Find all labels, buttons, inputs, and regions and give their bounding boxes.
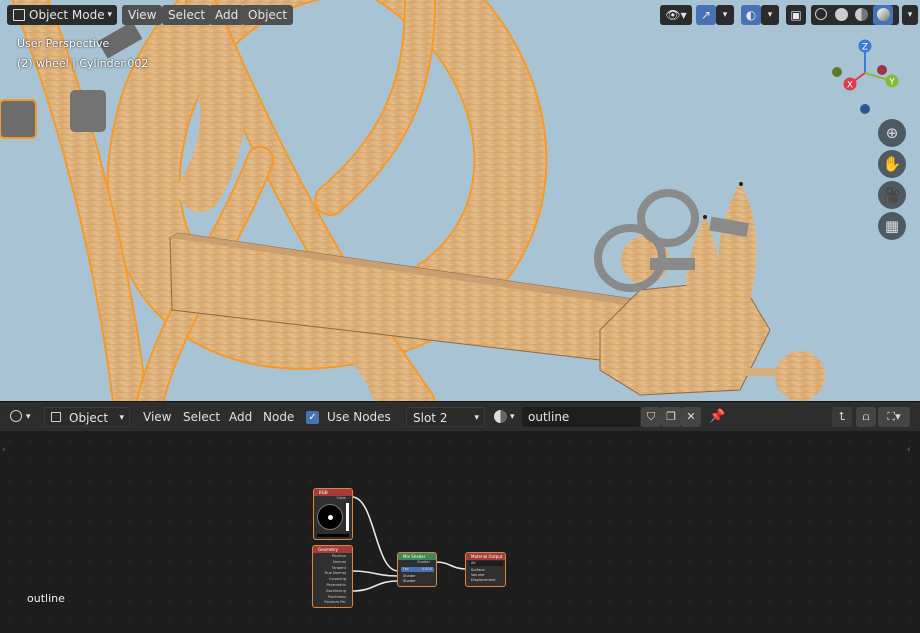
- editor-type-dropdown[interactable]: ▾: [6, 407, 38, 427]
- solid-shading-icon[interactable]: [835, 8, 848, 21]
- node-menu-view[interactable]: View: [143, 407, 171, 427]
- unlink-close-icon[interactable]: ✕: [681, 407, 701, 427]
- chevron-down-icon[interactable]: ▾: [902, 5, 918, 25]
- chevron-down-icon[interactable]: ▾: [716, 5, 734, 25]
- snap-magnet-icon[interactable]: ⩍: [856, 407, 876, 427]
- chevron-down-icon[interactable]: ▾: [761, 5, 779, 25]
- material-sphere-icon: [494, 410, 507, 423]
- pan-hand-icon[interactable]: ✋: [878, 150, 906, 178]
- neg-y-axis-icon[interactable]: [877, 65, 887, 75]
- geometry-node[interactable]: Geometry Position Normal Tangent True Norma…: [312, 545, 353, 608]
- viewport-menu-view[interactable]: View: [122, 5, 163, 25]
- chevron-down-icon: ▾: [510, 412, 515, 422]
- slot-label: Slot 2: [413, 411, 448, 425]
- color-swatch[interactable]: [317, 534, 349, 537]
- fac-value: 0.000: [421, 567, 432, 571]
- geometry-outputs: Position Normal Tangent True Normal Incoming…: [313, 553, 352, 607]
- viewport-menu-select[interactable]: Select: [162, 5, 212, 25]
- rendered-shading-icon[interactable]: [873, 5, 893, 25]
- use-nodes-label: Use Nodes: [327, 410, 391, 424]
- 3d-viewport[interactable]: Object Mode ▾ View Select Add Object 👁▾ …: [0, 0, 920, 401]
- displacement-input[interactable]: Displacement: [471, 578, 496, 582]
- object-icon: [51, 412, 61, 422]
- viewport-perspective-label: User Perspective: [17, 37, 110, 50]
- fake-user-shield-icon[interactable]: ⛉: [641, 407, 661, 427]
- node-canvas[interactable]: › ‹ RGB Color Geometry Position Normal Tan…: [0, 431, 920, 633]
- neg-z-axis-icon[interactable]: [860, 104, 870, 114]
- chevron-down-icon: ▾: [119, 413, 124, 423]
- material-output-title: Material Output: [466, 553, 505, 560]
- parent-node-tree-icon[interactable]: ⮤: [832, 407, 852, 427]
- fac-slider[interactable]: Fac 0.000: [401, 567, 434, 572]
- xray-icon[interactable]: ▣: [786, 5, 806, 25]
- zoom-icon[interactable]: ⊕: [878, 119, 906, 147]
- viewport-menu-object[interactable]: Object: [242, 5, 294, 25]
- viewport-object-label: (2) wheel | Cylinder.002: [17, 57, 149, 70]
- slot-dropdown[interactable]: Slot 2 ▾: [406, 407, 485, 427]
- camera-icon[interactable]: 🎥: [878, 181, 906, 209]
- snap-target-icon[interactable]: ⛶▾: [878, 407, 910, 427]
- object-mode-icon: [13, 9, 25, 21]
- rgb-color-output[interactable]: Color: [314, 496, 352, 501]
- geometry-node-title: Geometry: [313, 546, 352, 553]
- fac-label: Fac: [403, 567, 409, 571]
- rgb-node-title: RGB: [314, 489, 352, 496]
- value-slider[interactable]: [346, 503, 349, 531]
- mix-shader-input-1[interactable]: Shader: [403, 574, 416, 578]
- surface-input[interactable]: Surface: [471, 568, 485, 572]
- mix-shader-title: Mix Shader: [398, 553, 436, 560]
- node-links: [351, 496, 467, 592]
- color-wheel-icon[interactable]: [317, 504, 343, 530]
- use-nodes-checkbox[interactable]: ✓: [306, 411, 319, 424]
- material-output-node[interactable]: Material Output All Surface Volume Displ…: [465, 552, 506, 587]
- axis-gizmo[interactable]: Z X Y: [826, 36, 906, 116]
- node-editor-icon: [10, 410, 22, 422]
- duplicate-material-icon[interactable]: ❐: [661, 407, 681, 427]
- node-menu-select[interactable]: Select: [183, 407, 220, 427]
- chevron-down-icon: ▾: [107, 10, 112, 20]
- overlays-icon[interactable]: ◐: [741, 5, 761, 25]
- chevron-down-icon: ▾: [474, 413, 479, 423]
- pin-icon[interactable]: 📌: [709, 407, 725, 427]
- visibility-icon[interactable]: 👁▾: [660, 5, 692, 25]
- node-menu-add[interactable]: Add: [229, 407, 252, 427]
- svg-text:Y: Y: [888, 78, 895, 88]
- svg-text:Z: Z: [862, 43, 868, 53]
- volume-input[interactable]: Volume: [471, 573, 484, 577]
- gizmo-toggle-icon[interactable]: ↗: [696, 5, 716, 25]
- material-name-field[interactable]: outline: [522, 407, 640, 427]
- grid-perspective-icon[interactable]: ▦: [878, 212, 906, 240]
- material-canvas-label: outline: [27, 592, 65, 605]
- shader-type-label: Object: [69, 411, 109, 425]
- shading-modes[interactable]: [811, 5, 899, 25]
- mode-dropdown[interactable]: Object Mode ▾: [7, 5, 117, 25]
- output-target-dropdown[interactable]: All: [469, 561, 503, 566]
- node-menu-node[interactable]: Node: [263, 407, 294, 427]
- rgb-node[interactable]: RGB Color: [313, 488, 353, 540]
- material-shading-icon[interactable]: [855, 8, 868, 21]
- svg-text:X: X: [847, 81, 853, 91]
- mode-label: Object Mode: [29, 8, 105, 22]
- geometry-output-socket[interactable]: Random Per Island: [313, 600, 346, 607]
- viewport-menu-add[interactable]: Add: [209, 5, 245, 25]
- wireframe-shading-icon[interactable]: [815, 8, 827, 20]
- mix-shader-output[interactable]: Shader: [398, 560, 436, 565]
- mix-shader-node[interactable]: Mix Shader Shader Fac 0.000 Shader Shade…: [397, 552, 437, 587]
- node-editor-header: ▾ Object ▾ View Select Add Node ✓ Use No…: [0, 401, 920, 431]
- material-browse-button[interactable]: ▾: [492, 407, 520, 427]
- neg-x-axis-icon[interactable]: [832, 67, 842, 77]
- mix-shader-input-2[interactable]: Shader: [403, 579, 416, 583]
- shader-type-dropdown[interactable]: Object ▾: [44, 407, 130, 427]
- chevron-down-icon: ▾: [26, 412, 31, 422]
